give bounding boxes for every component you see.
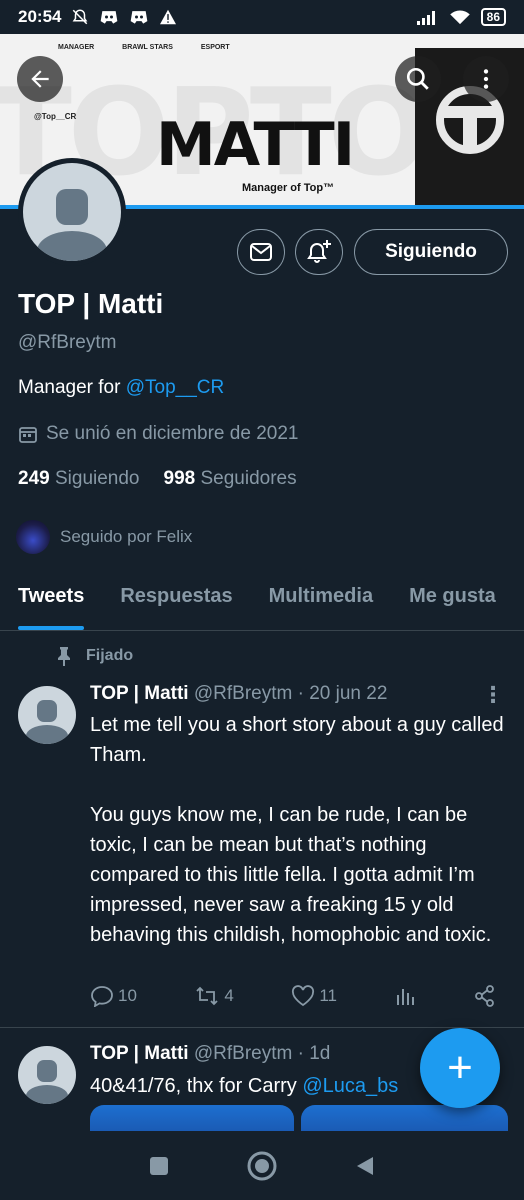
follower-avatar (16, 520, 50, 554)
retweet-icon (196, 986, 219, 1006)
tab-tweets[interactable]: Tweets (0, 575, 102, 630)
status-notification-icons (71, 8, 177, 26)
more-vertical-icon (483, 69, 489, 89)
tweet-actions: 10 4 11 (90, 985, 496, 1007)
compose-tweet-button[interactable]: + (420, 1028, 500, 1108)
tweet-more-button[interactable]: ⋮ (482, 682, 504, 708)
search-button[interactable] (395, 56, 441, 102)
mail-icon (250, 243, 272, 261)
tweet-date: · 1d (297, 1043, 331, 1064)
reply-button[interactable]: 10 (90, 985, 137, 1007)
like-button[interactable]: 11 (291, 985, 337, 1007)
tweet-text: 40&41/76, thx for Carry @Luca_bs (90, 1071, 430, 1101)
tweet-avatar[interactable] (18, 686, 76, 744)
discord-icon (101, 11, 118, 24)
system-navigation-bar (0, 1131, 524, 1200)
like-count: 11 (319, 986, 338, 1005)
battery-indicator: 86 (480, 8, 506, 26)
share-button[interactable] (474, 985, 496, 1007)
recents-button[interactable] (147, 1154, 171, 1178)
pinned-label: Fijado (86, 647, 134, 664)
bio-mention-link[interactable]: @Top__CR (126, 377, 225, 398)
calendar-icon (19, 427, 37, 443)
heart-icon (292, 985, 315, 1007)
reply-count: 10 (118, 986, 137, 1005)
share-icon (475, 985, 494, 1007)
plus-icon: + (447, 1043, 473, 1092)
tweet-mention-link[interactable]: @Luca_bs (302, 1075, 398, 1097)
following-label: Siguiendo (54, 468, 140, 489)
tweet-divider (0, 1027, 524, 1028)
follow-stats: 249 Siguiendo 998 Seguidores (18, 468, 297, 490)
more-options-button[interactable] (463, 56, 509, 102)
banner-menu-item: ESPORT (200, 44, 230, 51)
back-nav-button[interactable] (353, 1154, 377, 1178)
bio-text: Manager for (18, 377, 126, 398)
retweet-button[interactable]: 4 (194, 985, 234, 1007)
banner-handle: @Top__CR (34, 112, 77, 121)
bell-plus-icon (307, 240, 331, 263)
profile-handle: @RfBreytm (18, 332, 117, 353)
pinned-indicator: Fijado (56, 646, 133, 666)
tweet-author-name[interactable]: TOP | Matti (90, 683, 189, 704)
tweet-header: TOP | Matti @RfBreytm · 1d (90, 1043, 330, 1065)
following-stat[interactable]: 249 Siguiendo (18, 468, 140, 490)
signal-icon (416, 11, 435, 25)
retweet-count: 4 (224, 986, 234, 1005)
banner-menu: MANAGER BRAWL STARS ESPORT (58, 44, 230, 51)
banner-menu-item: MANAGER (58, 44, 95, 51)
banner-menu-item: BRAWL STARS (122, 44, 173, 51)
discord-icon-2 (131, 11, 148, 24)
tweet-author-name[interactable]: TOP | Matti (90, 1043, 189, 1064)
followed-by[interactable]: Seguido por Felix (16, 520, 192, 554)
tweet-avatar[interactable] (18, 1046, 76, 1104)
tab-media[interactable]: Multimedia (251, 575, 391, 630)
status-right: 86 (416, 8, 506, 26)
status-bar: 20:54 86 (0, 0, 524, 34)
profile-bio: Manager for @Top__CR (18, 377, 224, 399)
tweet-text: Let me tell you a short story about a gu… (90, 714, 504, 946)
profile-tabs: Tweets Respuestas Multimedia Me gusta (0, 575, 524, 631)
back-button[interactable] (17, 56, 63, 102)
tweet-text-content: 40&41/76, thx for Carry (90, 1075, 303, 1097)
tweet-author-handle: @RfBreytm (193, 683, 293, 704)
banner-name: MATTI (156, 110, 355, 180)
following-button[interactable]: Siguiendo (354, 229, 508, 275)
arrow-left-icon (31, 70, 49, 88)
wifi-icon (449, 10, 470, 25)
tab-replies[interactable]: Respuestas (102, 575, 250, 630)
pin-icon (58, 647, 70, 666)
reply-icon (91, 986, 113, 1007)
profile-avatar[interactable] (18, 158, 126, 266)
analytics-icon (396, 989, 414, 1005)
followers-stat[interactable]: 998 Seguidores (164, 468, 297, 490)
search-icon (406, 67, 429, 90)
tweet-date: · 20 jun 22 (297, 683, 388, 704)
following-count: 249 (18, 468, 50, 489)
bell-off-icon (73, 9, 88, 25)
tab-likes[interactable]: Me gusta (391, 575, 514, 630)
tweet-header: TOP | Matti @RfBreytm · 20 jun 22 (90, 683, 387, 705)
profile-display-name: TOP | Matti (18, 288, 164, 319)
tweet-author-handle: @RfBreytm (193, 1043, 293, 1064)
home-button[interactable] (246, 1150, 278, 1182)
analytics-button[interactable] (395, 985, 417, 1007)
followers-label: Seguidores (200, 468, 297, 489)
joined-text: Se unió en diciembre de 2021 (46, 423, 299, 444)
followed-by-text: Seguido por Felix (60, 527, 193, 546)
message-button[interactable] (237, 229, 285, 275)
followers-count: 998 (163, 468, 196, 489)
status-time: 20:54 (18, 7, 62, 26)
joined-date: Se unió en diciembre de 2021 (18, 423, 298, 445)
notifications-button[interactable] (295, 229, 343, 275)
warning-icon (160, 9, 177, 25)
banner-subtitle: Manager of Top™ (242, 182, 335, 194)
default-avatar-icon (23, 163, 121, 261)
